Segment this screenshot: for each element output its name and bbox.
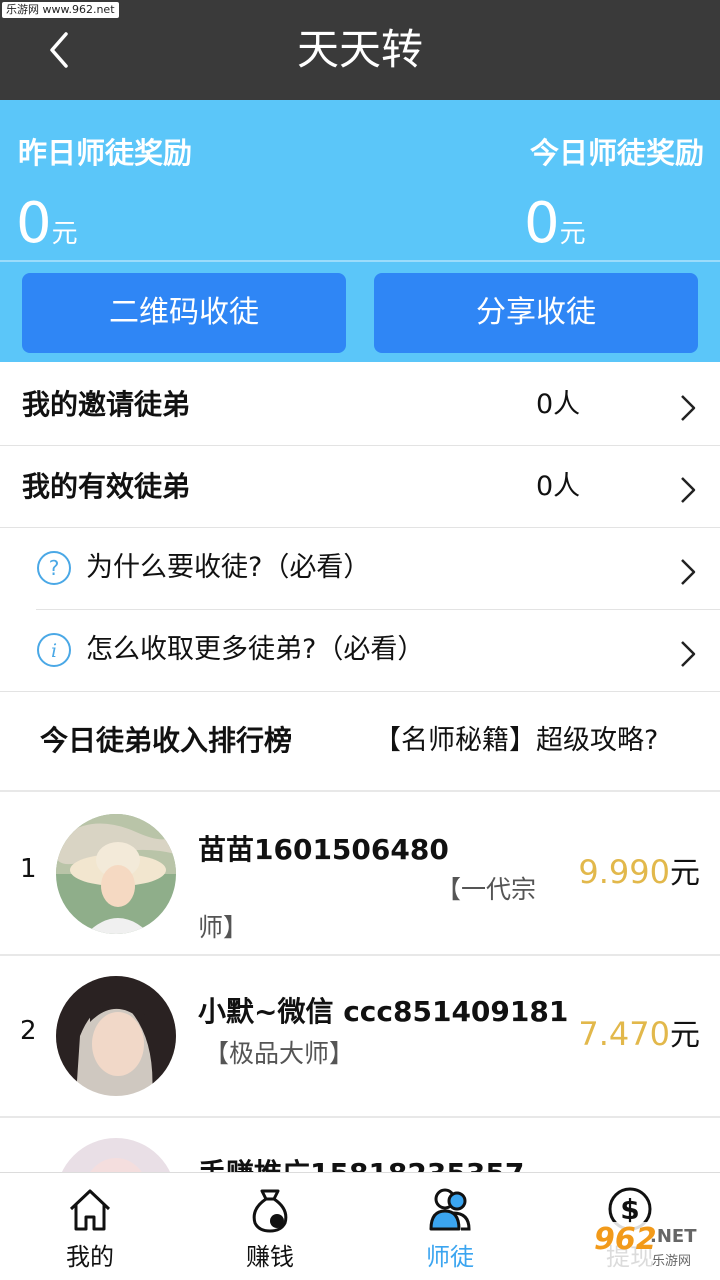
svg-text:i: i <box>51 640 57 662</box>
question-circle-icon: ? <box>37 551 71 585</box>
valid-apprentices-count: 0人 <box>536 471 581 502</box>
ranking-header: 今日徒弟收入排行榜 【名师秘籍】超级攻略? <box>0 692 720 792</box>
watermark-net: .NET <box>650 1226 697 1247</box>
tab-mine-label: 我的 <box>66 1243 114 1271</box>
watermark-logo: 962 .NET 乐游网 <box>586 1222 714 1272</box>
why-recruit-row[interactable]: ? 为什么要收徒?（必看） <box>0 528 720 610</box>
valid-apprentices-row[interactable]: 我的有效徒弟 0人 <box>0 446 720 528</box>
invited-apprentices-label: 我的邀请徒弟 <box>22 388 191 421</box>
recruit-button-row: 二维码收徒 分享收徒 <box>0 260 720 362</box>
bottom-tab-bar: 我的 赚钱 师徒 $ 提现 962 .NET 乐游网 <box>0 1172 720 1280</box>
chevron-right-icon <box>681 477 696 503</box>
yesterday-reward-unit: 元 <box>51 219 78 249</box>
tab-mine[interactable]: 我的 <box>0 1173 180 1280</box>
entry-amount-value: 7.470 <box>578 1015 670 1053</box>
avatar <box>56 976 176 1096</box>
today-reward-value: 0 <box>524 191 560 256</box>
invited-apprentices-count: 0人 <box>536 389 581 420</box>
share-recruit-button[interactable]: 分享收徒 <box>374 273 698 353</box>
entry-title-part1: 【一代宗 <box>436 875 537 904</box>
entry-amount: 7.470元 <box>578 1010 700 1054</box>
how-recruit-label: 怎么收取更多徒弟?（必看） <box>86 634 425 665</box>
yesterday-reward-amount: 0元 <box>16 192 78 266</box>
entry-name: 苗苗1601506480 <box>198 833 449 866</box>
entry-amount: 9.990元 <box>578 848 700 892</box>
svg-text:?: ? <box>49 556 60 580</box>
qr-recruit-button[interactable]: 二维码收徒 <box>22 273 346 353</box>
watermark-text: 乐游网 <box>652 1254 692 1269</box>
tab-earn[interactable]: 赚钱 <box>180 1173 360 1280</box>
entry-title: 【极品大师】 <box>204 1039 355 1068</box>
today-reward-label: 今日师徒奖励 <box>529 136 704 170</box>
watermark-number: 962 <box>594 1222 657 1257</box>
master-tips-link[interactable]: 【名师秘籍】超级攻略? <box>374 692 658 790</box>
today-reward-amount: 0元 <box>524 192 586 266</box>
tab-earn-label: 赚钱 <box>246 1243 294 1271</box>
chevron-right-icon <box>681 559 696 585</box>
entry-amount-unit: 元 <box>670 1018 700 1053</box>
leaderboard-entry[interactable]: 2 小默~微信 ccc851409181 【极品大师】 7.470元 <box>0 956 720 1118</box>
info-circle-icon: i <box>37 633 71 667</box>
money-bag-icon <box>252 1189 288 1233</box>
avatar <box>56 814 176 934</box>
home-icon <box>69 1189 111 1231</box>
users-icon <box>429 1188 471 1231</box>
ranking-title: 今日徒弟收入排行榜 <box>40 724 293 757</box>
invited-apprentices-row[interactable]: 我的邀请徒弟 0人 <box>0 364 720 446</box>
page-title: 天天转 <box>296 25 423 74</box>
reward-panel: 昨日师徒奖励 今日师徒奖励 0元 0元 <box>0 100 720 260</box>
how-recruit-row[interactable]: i 怎么收取更多徒弟?（必看） <box>0 610 720 692</box>
entry-title-part2: 师】 <box>198 913 249 942</box>
entry-amount-value: 9.990 <box>578 853 670 891</box>
why-recruit-label: 为什么要收徒?（必看） <box>86 552 371 583</box>
chevron-right-icon <box>681 395 696 421</box>
yesterday-reward-value: 0 <box>16 191 52 256</box>
leaderboard-entry[interactable]: 1 苗苗1601506480 【一代宗 师】 9.990元 <box>0 794 720 956</box>
tab-apprentice[interactable]: 师徒 <box>360 1173 540 1280</box>
chevron-right-icon <box>681 641 696 667</box>
valid-apprentices-label: 我的有效徒弟 <box>22 470 191 503</box>
entry-rank: 2 <box>20 1016 37 1046</box>
entry-name: 小默~微信 ccc851409181 <box>198 995 569 1028</box>
today-reward-unit: 元 <box>559 219 586 249</box>
entry-amount-unit: 元 <box>670 856 700 891</box>
yesterday-reward-label: 昨日师徒奖励 <box>18 136 193 170</box>
tab-apprentice-label: 师徒 <box>426 1243 474 1271</box>
entry-rank: 1 <box>20 854 37 884</box>
watermark-top: 乐游网 www.962.net <box>2 2 119 18</box>
